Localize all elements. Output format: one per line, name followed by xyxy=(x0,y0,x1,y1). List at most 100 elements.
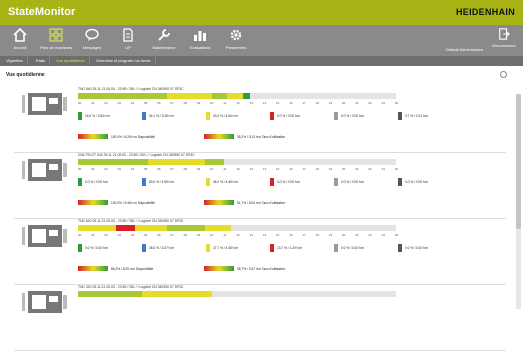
state-legend: 0.0 % / 0.00 h:m 38.0 % / 3.47 h:m 47.7 % … xyxy=(78,244,498,252)
timeline-segment xyxy=(78,159,148,165)
hour-label: 05 xyxy=(144,167,148,171)
machine-icon xyxy=(22,159,67,181)
hour-label: 00 xyxy=(394,101,399,105)
hour-label: 13 xyxy=(249,101,253,105)
hour-label: 23 xyxy=(381,167,385,171)
timeline-segment xyxy=(135,225,168,231)
machine-row[interactable]: TNC 640 25.11.21 00:00 - 23:59 / SIK / /… xyxy=(14,87,506,153)
hour-label: 06 xyxy=(157,233,161,237)
machine-title: TNC 620 25.11.21 00:00 - 23:59 / SIK / /… xyxy=(78,219,184,223)
machine-park-icon xyxy=(49,28,63,42)
hour-label: 20 xyxy=(342,101,346,105)
hour-label: 00 xyxy=(78,167,82,171)
hour-label: 11 xyxy=(223,233,227,237)
kpi-row: 100,0% / 9:46 h:m Disponibilité 51,7% / 5… xyxy=(78,199,378,207)
legend-text: 47.7 % / 4.45 h:m xyxy=(213,246,238,250)
machine-title: TNC 640 25.11.21 00:00 - 23:59 / SIK / /… xyxy=(78,87,184,91)
utilisation-value: 51,7% / 5:04 h:m Taux d'utilisation xyxy=(237,201,286,205)
tab-bar: Vignettes Etats Vue quotidienne Overview… xyxy=(0,56,523,66)
legend-swatch xyxy=(78,244,82,252)
scroll-thumb[interactable] xyxy=(516,94,521,229)
legend-text: 13.7 % / 1.20 h:m xyxy=(277,246,302,250)
logout-label: Déconnexion xyxy=(492,43,516,48)
logout-button[interactable]: Déconnexion xyxy=(489,28,519,54)
hour-label: 18 xyxy=(315,233,319,237)
machine-row[interactable]: TNC 620 25.11.21 00:00 - 23:59 / SIK / /… xyxy=(14,219,506,285)
hour-label: 22 xyxy=(368,233,372,237)
gear-icon xyxy=(230,29,242,41)
daily-timeline xyxy=(78,291,396,297)
machine-row[interactable]: CNC PILOT 640 25.11.21 00:00 - 23:59 / S… xyxy=(14,153,506,219)
settings-icon[interactable] xyxy=(500,71,507,78)
document-icon xyxy=(123,28,133,42)
legend-swatch xyxy=(270,244,274,252)
utilisation-gauge xyxy=(204,134,234,139)
hour-label: 03 xyxy=(117,233,121,237)
hour-label: 16 xyxy=(289,167,293,171)
utilisation-gauge xyxy=(204,200,234,205)
hour-label: 03 xyxy=(117,101,121,105)
legend-swatch xyxy=(142,178,146,186)
hour-label: 14 xyxy=(262,233,267,237)
home-icon xyxy=(13,28,27,42)
hour-label: 12 xyxy=(236,167,240,171)
hour-label: 09 xyxy=(196,233,201,237)
hour-label: 01 xyxy=(91,167,95,171)
hour-label: 20 xyxy=(342,233,346,237)
tab-etats[interactable]: Etats xyxy=(32,57,51,65)
daily-timeline xyxy=(78,225,396,231)
hour-label: 19 xyxy=(328,167,333,171)
hour-label: 11 xyxy=(223,167,227,171)
nav-machine-park[interactable]: Parc de machines xyxy=(38,28,74,54)
state-legend: 0.0 % / 0.00 h:m 50.0 % / 4.59 h:m 46.2 % … xyxy=(78,178,498,186)
hour-label: 14 xyxy=(262,101,267,105)
hour-label: 21 xyxy=(355,101,359,105)
hour-label: 06 xyxy=(157,167,161,171)
machine-icon xyxy=(22,291,67,313)
availability-gauge xyxy=(78,200,108,205)
nav-settings[interactable]: Paramètres xyxy=(218,28,254,54)
legend-text: 0.0 % / 0.00 h:m xyxy=(85,180,109,184)
legend-swatch xyxy=(206,178,210,186)
daily-timeline xyxy=(78,159,396,165)
nav-label: Maintenance xyxy=(152,45,176,50)
timeline-segment xyxy=(243,93,250,99)
tab-overview-program-run-times[interactable]: Overview of program run times xyxy=(92,57,156,65)
legend-text: 0.0 % / 0.00 h:m xyxy=(85,246,109,250)
hour-label: 17 xyxy=(302,233,306,237)
hour-label: 04 xyxy=(130,233,135,237)
machine-row[interactable]: TNC 320 25.11.21 00:00 - 23:59 / SIK / /… xyxy=(14,285,506,351)
hour-label: 07 xyxy=(170,233,174,237)
hour-label: 12 xyxy=(236,101,240,105)
hour-axis: 00 01 02 03 04 05 06 07 08 09 10 11 12 13 14 15 16 17 18 19… xyxy=(78,167,408,172)
hour-label: 04 xyxy=(130,101,135,105)
hour-label: 10 xyxy=(210,101,214,105)
legend-text: 0.0 % / 0.00 h:m xyxy=(277,114,301,118)
daily-timeline xyxy=(78,93,396,99)
hour-label: 19 xyxy=(328,101,333,105)
tab-vue-quotidienne[interactable]: Vue quotidienne xyxy=(52,57,90,65)
scrollbar[interactable] xyxy=(516,94,521,309)
legend-swatch xyxy=(398,244,402,252)
hour-label: 23 xyxy=(381,233,385,237)
tab-vignettes[interactable]: Vignettes xyxy=(2,57,28,65)
hour-label: 13 xyxy=(249,167,253,171)
hour-label: 23 xyxy=(381,101,385,105)
legend-text: 0.0 % / 0.00 h:m xyxy=(341,180,365,184)
timeline-segment xyxy=(78,291,142,297)
nav-up[interactable]: UP xyxy=(110,28,146,54)
nav-maintenance[interactable]: Maintenance xyxy=(146,28,182,54)
hour-label: 01 xyxy=(91,233,95,237)
timeline-segment xyxy=(78,225,117,231)
nav-messages[interactable]: Messages xyxy=(74,28,110,54)
nav-label: Paramètres xyxy=(225,45,247,50)
nav-label: Accueil xyxy=(13,45,27,50)
hour-label: 10 xyxy=(210,167,214,171)
hour-label: 21 xyxy=(355,167,359,171)
hour-label: 02 xyxy=(104,233,108,237)
legend-text: 46.2 % / 4.45 h:m xyxy=(213,180,238,184)
legend-swatch xyxy=(142,112,146,120)
nav-evaluations[interactable]: Evaluations xyxy=(182,28,218,54)
availability-gauge xyxy=(78,134,108,139)
nav-home[interactable]: Accueil xyxy=(2,28,38,54)
